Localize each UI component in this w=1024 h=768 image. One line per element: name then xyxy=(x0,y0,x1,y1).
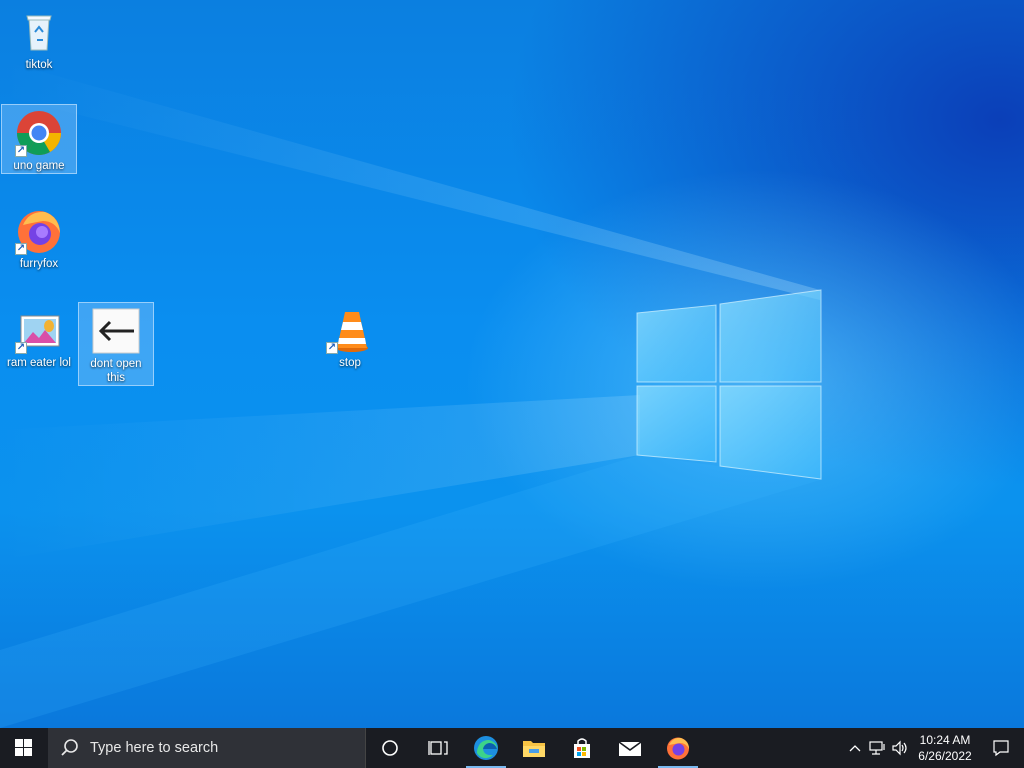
icon-label: dont open this xyxy=(90,358,142,384)
arrow-left-icon xyxy=(92,307,140,355)
shortcut-arrow-icon: ↗ xyxy=(15,243,27,255)
firefox-icon: ↗ xyxy=(15,207,63,255)
taskbar-search-box[interactable]: Type here to search xyxy=(48,728,366,768)
task-view-button[interactable] xyxy=(414,728,462,768)
system-tray: 10:24 AM 6/26/2022 xyxy=(844,728,1024,768)
desktop-icon-stop[interactable]: ↗ stop xyxy=(312,302,388,370)
recycle-bin-icon xyxy=(15,8,63,56)
cortana-button[interactable] xyxy=(366,728,414,768)
notification-icon xyxy=(993,740,1009,757)
chevron-up-icon xyxy=(849,745,861,752)
network-icon xyxy=(869,741,885,755)
desktop-icon-uno-game[interactable]: ↗ uno game xyxy=(1,104,77,174)
mail-icon xyxy=(618,741,642,756)
taskbar-firefox[interactable] xyxy=(654,728,702,768)
clock-time: 10:24 AM xyxy=(919,733,971,747)
icon-label: tiktok xyxy=(25,59,53,71)
shortcut-arrow-icon: ↗ xyxy=(15,342,27,354)
firefox-icon xyxy=(667,737,689,760)
search-placeholder: Type here to search xyxy=(90,740,219,756)
icon-label: stop xyxy=(339,357,361,369)
file-explorer-icon xyxy=(523,741,545,757)
chrome-icon: ↗ xyxy=(15,109,63,157)
start-button[interactable] xyxy=(0,728,48,768)
clock[interactable]: 10:24 AM 6/26/2022 xyxy=(912,732,978,764)
windows-logo xyxy=(636,289,822,480)
desktop-icon-tiktok[interactable]: tiktok xyxy=(1,4,77,72)
desktop-icon-dont-open-this[interactable]: dont open this xyxy=(78,302,154,386)
shortcut-arrow-icon: ↗ xyxy=(326,342,338,354)
vlc-cone-icon: ↗ xyxy=(326,306,374,354)
desktop-icon-furryfox[interactable]: ↗ furryfox xyxy=(1,203,77,271)
icon-label: uno game xyxy=(13,160,65,172)
taskbar-file-explorer[interactable] xyxy=(510,728,558,768)
edge-icon xyxy=(474,736,498,760)
action-center-button[interactable] xyxy=(978,739,1024,757)
taskbar-edge[interactable] xyxy=(462,728,510,768)
task-view-icon xyxy=(428,741,448,755)
clock-date: 6/26/2022 xyxy=(918,749,972,763)
show-hidden-icons-button[interactable] xyxy=(844,744,866,752)
speaker-icon xyxy=(892,740,907,756)
cortana-icon xyxy=(382,740,398,756)
taskbar: Type here to search 10:24 AM 6/26/2022 xyxy=(0,728,1024,768)
desktop[interactable]: tiktok ↗ uno game ↗ furryfox ↗ ram eater… xyxy=(0,0,1024,728)
taskbar-store[interactable] xyxy=(558,728,606,768)
store-icon xyxy=(574,738,590,758)
search-icon xyxy=(61,739,78,756)
paint-picture-icon: ↗ xyxy=(15,306,63,354)
icon-label: furryfox xyxy=(19,258,59,270)
network-button[interactable] xyxy=(866,740,888,756)
icon-label: ram eater lol xyxy=(7,357,71,369)
desktop-icon-ram-eater-lol[interactable]: ↗ ram eater lol xyxy=(1,302,77,370)
volume-button[interactable] xyxy=(888,740,912,756)
shortcut-arrow-icon: ↗ xyxy=(15,145,27,157)
taskbar-mail[interactable] xyxy=(606,728,654,768)
windows-start-icon xyxy=(15,739,32,756)
